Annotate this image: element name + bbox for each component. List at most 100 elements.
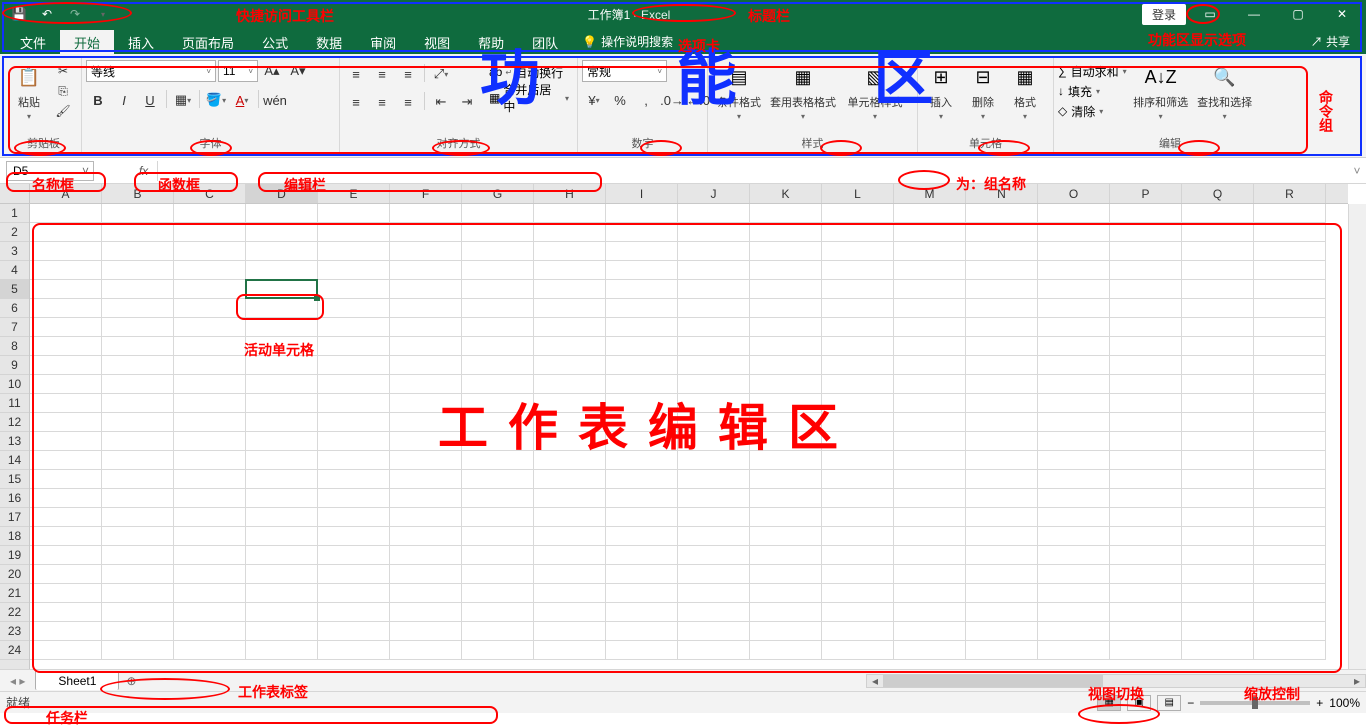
- cell-L13[interactable]: [822, 432, 894, 451]
- cell-Q6[interactable]: [1182, 299, 1254, 318]
- cell-P19[interactable]: [1110, 546, 1182, 565]
- cell-M10[interactable]: [894, 375, 966, 394]
- cell-I5[interactable]: [606, 280, 678, 299]
- cell-E8[interactable]: [318, 337, 390, 356]
- cell-P20[interactable]: [1110, 565, 1182, 584]
- cell-H24[interactable]: [534, 641, 606, 660]
- cell-J15[interactable]: [678, 470, 750, 489]
- cell-L7[interactable]: [822, 318, 894, 337]
- ribbon-tab-开始[interactable]: 开始: [60, 30, 114, 54]
- cell-F23[interactable]: [390, 622, 462, 641]
- cell-I15[interactable]: [606, 470, 678, 489]
- cell-L16[interactable]: [822, 489, 894, 508]
- cell-D5[interactable]: [246, 280, 318, 299]
- cell-M23[interactable]: [894, 622, 966, 641]
- cell-G12[interactable]: [462, 413, 534, 432]
- login-button[interactable]: 登录: [1142, 4, 1186, 25]
- find-select-button[interactable]: 🔍 查找和选择▾: [1195, 60, 1255, 121]
- cell-J6[interactable]: [678, 299, 750, 318]
- cell-D24[interactable]: [246, 641, 318, 660]
- cell-D7[interactable]: [246, 318, 318, 337]
- cell-H7[interactable]: [534, 318, 606, 337]
- cell-A20[interactable]: [30, 565, 102, 584]
- cell-B2[interactable]: [102, 223, 174, 242]
- cell-H17[interactable]: [534, 508, 606, 527]
- cell-E3[interactable]: [318, 242, 390, 261]
- cell-O7[interactable]: [1038, 318, 1110, 337]
- cell-P24[interactable]: [1110, 641, 1182, 660]
- cell-E7[interactable]: [318, 318, 390, 337]
- name-box[interactable]: D5˅: [6, 161, 94, 181]
- cell-P6[interactable]: [1110, 299, 1182, 318]
- cell-O11[interactable]: [1038, 394, 1110, 413]
- cell-A23[interactable]: [30, 622, 102, 641]
- cell-E2[interactable]: [318, 223, 390, 242]
- cell-J23[interactable]: [678, 622, 750, 641]
- col-header-C[interactable]: C: [174, 184, 246, 203]
- cell-I3[interactable]: [606, 242, 678, 261]
- cell-R14[interactable]: [1254, 451, 1326, 470]
- cell-A5[interactable]: [30, 280, 102, 299]
- cell-B19[interactable]: [102, 546, 174, 565]
- cell-R6[interactable]: [1254, 299, 1326, 318]
- cell-H8[interactable]: [534, 337, 606, 356]
- cell-J17[interactable]: [678, 508, 750, 527]
- cell-Q20[interactable]: [1182, 565, 1254, 584]
- col-header-G[interactable]: G: [462, 184, 534, 203]
- cell-R19[interactable]: [1254, 546, 1326, 565]
- increase-decimal-icon[interactable]: .0→: [660, 90, 684, 110]
- cell-C2[interactable]: [174, 223, 246, 242]
- row-header-22[interactable]: 22: [0, 603, 29, 622]
- cell-M9[interactable]: [894, 356, 966, 375]
- cell-D1[interactable]: [246, 204, 318, 223]
- cell-K8[interactable]: [750, 337, 822, 356]
- cell-A3[interactable]: [30, 242, 102, 261]
- cell-G6[interactable]: [462, 299, 534, 318]
- cell-C16[interactable]: [174, 489, 246, 508]
- row-header-9[interactable]: 9: [0, 356, 29, 375]
- cell-F13[interactable]: [390, 432, 462, 451]
- col-header-J[interactable]: J: [678, 184, 750, 203]
- row-header-5[interactable]: 5: [0, 280, 29, 299]
- cell-G15[interactable]: [462, 470, 534, 489]
- cell-Q19[interactable]: [1182, 546, 1254, 565]
- cell-O2[interactable]: [1038, 223, 1110, 242]
- cell-P23[interactable]: [1110, 622, 1182, 641]
- cell-D8[interactable]: [246, 337, 318, 356]
- wrap-text-button[interactable]: ab↵ 自动换行: [485, 62, 573, 82]
- cell-G13[interactable]: [462, 432, 534, 451]
- cell-G2[interactable]: [462, 223, 534, 242]
- cell-B21[interactable]: [102, 584, 174, 603]
- cell-A15[interactable]: [30, 470, 102, 489]
- cell-Q3[interactable]: [1182, 242, 1254, 261]
- conditional-format-button[interactable]: ▤ 条件格式▾: [712, 60, 766, 121]
- cell-R23[interactable]: [1254, 622, 1326, 641]
- cell-C22[interactable]: [174, 603, 246, 622]
- sheet-tab-sheet1[interactable]: Sheet1: [35, 671, 119, 690]
- cell-H3[interactable]: [534, 242, 606, 261]
- cell-C9[interactable]: [174, 356, 246, 375]
- cell-M15[interactable]: [894, 470, 966, 489]
- cell-L1[interactable]: [822, 204, 894, 223]
- cell-A7[interactable]: [30, 318, 102, 337]
- cell-O18[interactable]: [1038, 527, 1110, 546]
- cell-L23[interactable]: [822, 622, 894, 641]
- cell-L8[interactable]: [822, 337, 894, 356]
- ribbon-tab-文件[interactable]: 文件: [6, 30, 60, 54]
- cell-A12[interactable]: [30, 413, 102, 432]
- cell-F17[interactable]: [390, 508, 462, 527]
- cell-H13[interactable]: [534, 432, 606, 451]
- cell-O4[interactable]: [1038, 261, 1110, 280]
- cell-J4[interactable]: [678, 261, 750, 280]
- cell-K17[interactable]: [750, 508, 822, 527]
- cell-E15[interactable]: [318, 470, 390, 489]
- cell-K13[interactable]: [750, 432, 822, 451]
- cell-D14[interactable]: [246, 451, 318, 470]
- col-header-A[interactable]: A: [30, 184, 102, 203]
- cell-F2[interactable]: [390, 223, 462, 242]
- col-header-E[interactable]: E: [318, 184, 390, 203]
- sheet-nav-buttons[interactable]: ◂ ▸: [0, 674, 35, 688]
- cell-M20[interactable]: [894, 565, 966, 584]
- cell-N24[interactable]: [966, 641, 1038, 660]
- cell-R13[interactable]: [1254, 432, 1326, 451]
